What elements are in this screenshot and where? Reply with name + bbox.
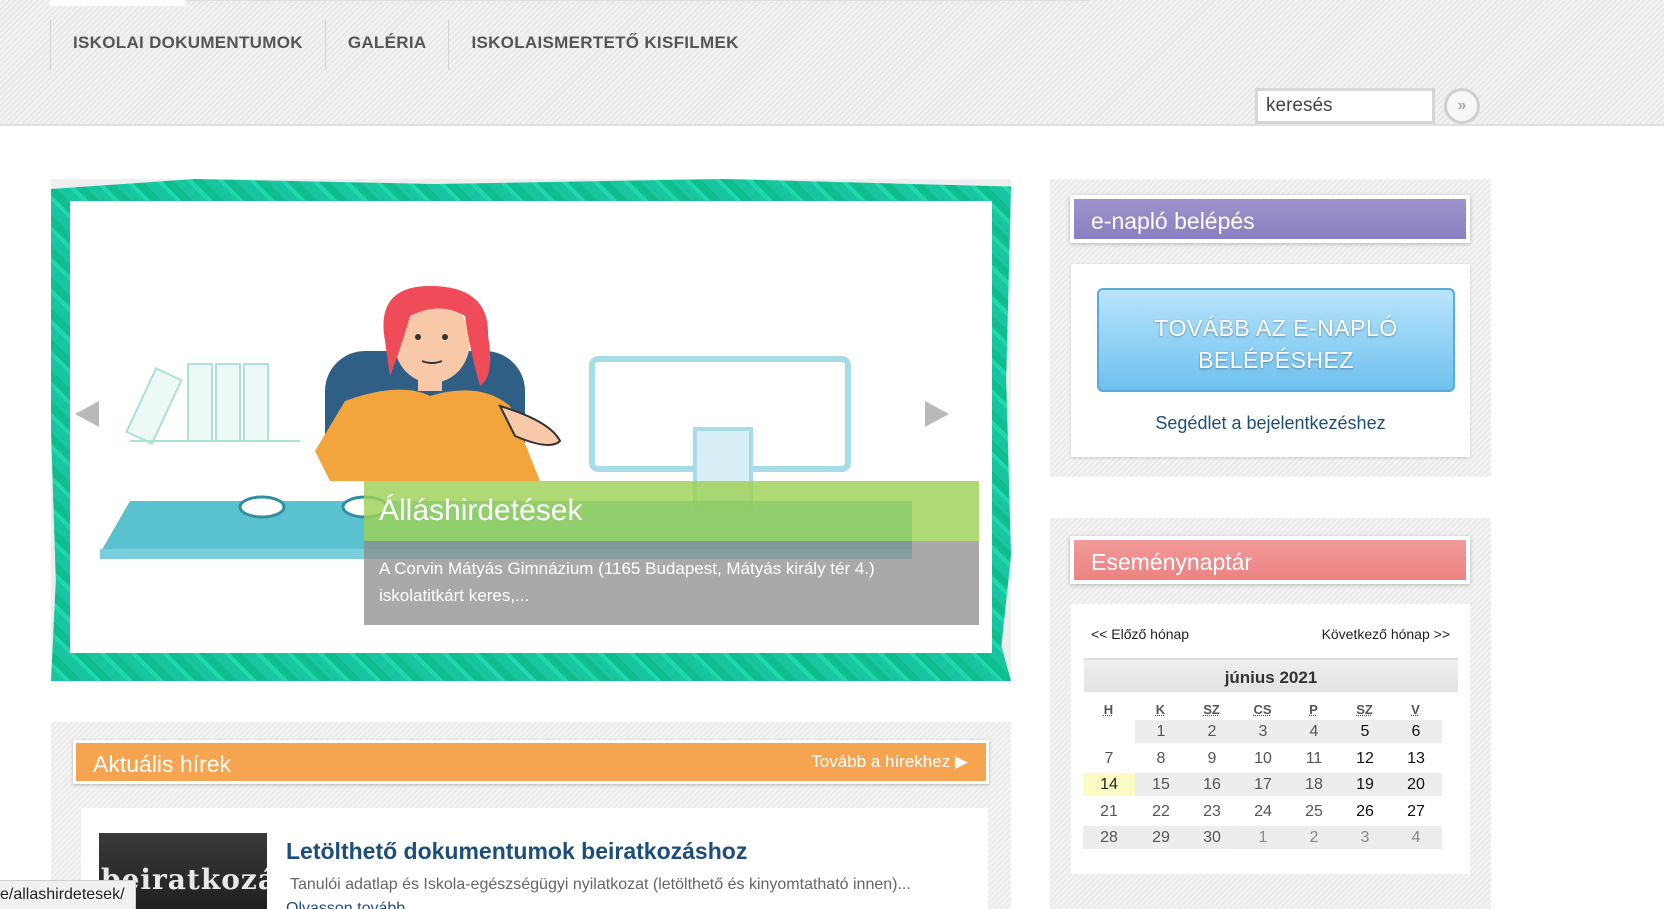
calendar-day-cell[interactable]: 23 xyxy=(1186,800,1238,823)
calendar-day-cell[interactable]: 13 xyxy=(1390,747,1442,770)
calendar-day-of-week: H xyxy=(1103,702,1114,717)
nav-item-iskolai-dokumentumok[interactable]: ISKOLAI DOKUMENTUMOK xyxy=(50,20,325,70)
search-button[interactable]: » xyxy=(1444,88,1480,124)
calendar-day-cell[interactable]: 14 xyxy=(1083,773,1135,796)
calendar-day-cell[interactable]: 30 xyxy=(1186,826,1238,849)
calendar-day-cell[interactable]: 27 xyxy=(1390,800,1442,823)
calendar-day-cell[interactable]: 19 xyxy=(1339,773,1391,796)
calendar-day-cell[interactable]: 5 xyxy=(1339,720,1391,743)
calendar-day-of-week: V xyxy=(1411,702,1420,717)
calendar-day-of-week: P xyxy=(1309,702,1318,717)
calendar-day-cell[interactable]: 18 xyxy=(1288,773,1340,796)
news-more-link[interactable]: Tovább a hírekhez ▶ xyxy=(811,752,968,772)
calendar-day-cell[interactable]: 21 xyxy=(1083,800,1135,823)
calendar-day-cell[interactable]: 1 xyxy=(1135,720,1187,743)
calendar-day-cell[interactable]: 29 xyxy=(1135,826,1187,849)
enaplo-button-line2: BELÉPÉSHEZ xyxy=(1198,347,1354,373)
enaplo-login-button[interactable]: TOVÁBB AZ E-NAPLÓ BELÉPÉSHEZ xyxy=(1097,288,1455,392)
slider-next-arrow-icon[interactable] xyxy=(925,401,949,427)
slider-slide[interactable]: Álláshirdetések A Corvin Mátyás Gimnáziu… xyxy=(70,201,992,653)
calendar-day-of-week: SZ xyxy=(1356,702,1373,717)
calendar-day-cell[interactable]: 8 xyxy=(1135,747,1187,770)
calendar-day-cell[interactable]: 20 xyxy=(1390,773,1442,796)
news-item-title[interactable]: Letölthető dokumentumok beiratkozáshoz xyxy=(286,838,747,865)
calendar-day-cell[interactable]: 24 xyxy=(1237,800,1289,823)
slider: Álláshirdetések A Corvin Mátyás Gimnáziu… xyxy=(51,179,1011,681)
calendar-day-cell[interactable]: 7 xyxy=(1083,747,1135,770)
calendar-day-of-week: K xyxy=(1155,702,1166,717)
calendar-day-cell[interactable]: 3 xyxy=(1237,720,1289,743)
calendar-day-cell[interactable]: 1 xyxy=(1237,826,1289,849)
news-header-title: Aktuális hírek xyxy=(93,751,232,777)
search-input[interactable] xyxy=(1255,88,1435,124)
slide-caption-title[interactable]: Álláshirdetések xyxy=(364,481,979,541)
calendar-day-cell[interactable]: 2 xyxy=(1186,720,1238,743)
top-navigation-bar: ISKOLAI DOKUMENTUMOK GALÉRIA ISKOLAISMER… xyxy=(0,0,1664,126)
enaplo-card: TOVÁBB AZ E-NAPLÓ BELÉPÉSHEZ Segédlet a … xyxy=(1071,264,1470,457)
calendar-card: << Előző hónap Következő hónap >> június… xyxy=(1071,604,1470,874)
calendar-day-cell[interactable]: 4 xyxy=(1390,826,1442,849)
calendar-month-title: június 2021 xyxy=(1084,658,1458,692)
nav-item-galeria[interactable]: GALÉRIA xyxy=(324,20,449,70)
calendar-day-cell[interactable]: 9 xyxy=(1186,747,1238,770)
main-nav: ISKOLAI DOKUMENTUMOK GALÉRIA ISKOLAISMER… xyxy=(50,20,761,70)
event-calendar-widget: Eseménynaptár << Előző hónap Következő h… xyxy=(1050,518,1491,909)
calendar-day-cell[interactable]: 4 xyxy=(1288,720,1340,743)
double-chevron-right-icon: » xyxy=(1457,97,1467,114)
calendar-day-cell[interactable]: 28 xyxy=(1083,826,1135,849)
calendar-day-cell[interactable]: 25 xyxy=(1288,800,1340,823)
enaplo-help-link[interactable]: Segédlet a bejelentkezéshez xyxy=(1071,413,1470,434)
news-item-read-more-link[interactable]: Olvasson tovább xyxy=(286,900,405,909)
calendar-day-of-week: CS xyxy=(1253,702,1272,717)
calendar-day-cell[interactable]: 16 xyxy=(1186,773,1238,796)
calendar-day-cell[interactable]: 3 xyxy=(1339,826,1391,849)
slide-caption-text[interactable]: A Corvin Mátyás Gimnázium (1165 Budapest… xyxy=(364,541,979,625)
calendar-day-cell[interactable]: 26 xyxy=(1339,800,1391,823)
calendar-day-cell[interactable]: 17 xyxy=(1237,773,1289,796)
calendar-day-cell[interactable]: 22 xyxy=(1135,800,1187,823)
news-section: Aktuális hírek Tovább a hírekhez ▶ beira… xyxy=(51,722,1011,909)
calendar-day-cell[interactable]: 10 xyxy=(1237,747,1289,770)
news-item: beiratkozás Letölthető dokumentumok beir… xyxy=(81,808,988,909)
active-tab-indicator xyxy=(50,0,185,6)
slider-prev-arrow-icon[interactable] xyxy=(75,401,99,427)
calendar-day-cell[interactable]: 6 xyxy=(1390,720,1442,743)
calendar-day-cell[interactable]: 12 xyxy=(1339,747,1391,770)
enaplo-button-line1: TOVÁBB AZ E-NAPLÓ xyxy=(1154,315,1398,341)
calendar-day-of-week: SZ xyxy=(1203,702,1220,717)
calendar-day-cell[interactable]: 15 xyxy=(1135,773,1187,796)
calendar-day-cell[interactable]: 2 xyxy=(1288,826,1340,849)
calendar-day-cell[interactable]: 11 xyxy=(1288,747,1340,770)
news-header: Aktuális hírek Tovább a hírekhez ▶ xyxy=(73,740,989,784)
top-divider xyxy=(50,0,1090,6)
browser-status-bar-url: e/allashirdetesek/ xyxy=(0,880,136,909)
enaplo-header: e-napló belépés xyxy=(1070,195,1470,243)
news-item-excerpt: Tanulói adatlap és Iskola-egészségügyi n… xyxy=(290,876,911,893)
calendar-prev-month-link[interactable]: << Előző hónap xyxy=(1091,626,1189,642)
enaplo-widget: e-napló belépés TOVÁBB AZ E-NAPLÓ BELÉPÉ… xyxy=(1050,179,1491,477)
nav-item-kisfilmek[interactable]: ISKOLAISMERTETŐ KISFILMEK xyxy=(448,20,760,70)
calendar-next-month-link[interactable]: Következő hónap >> xyxy=(1322,626,1450,642)
calendar-header: Eseménynaptár xyxy=(1070,536,1470,584)
